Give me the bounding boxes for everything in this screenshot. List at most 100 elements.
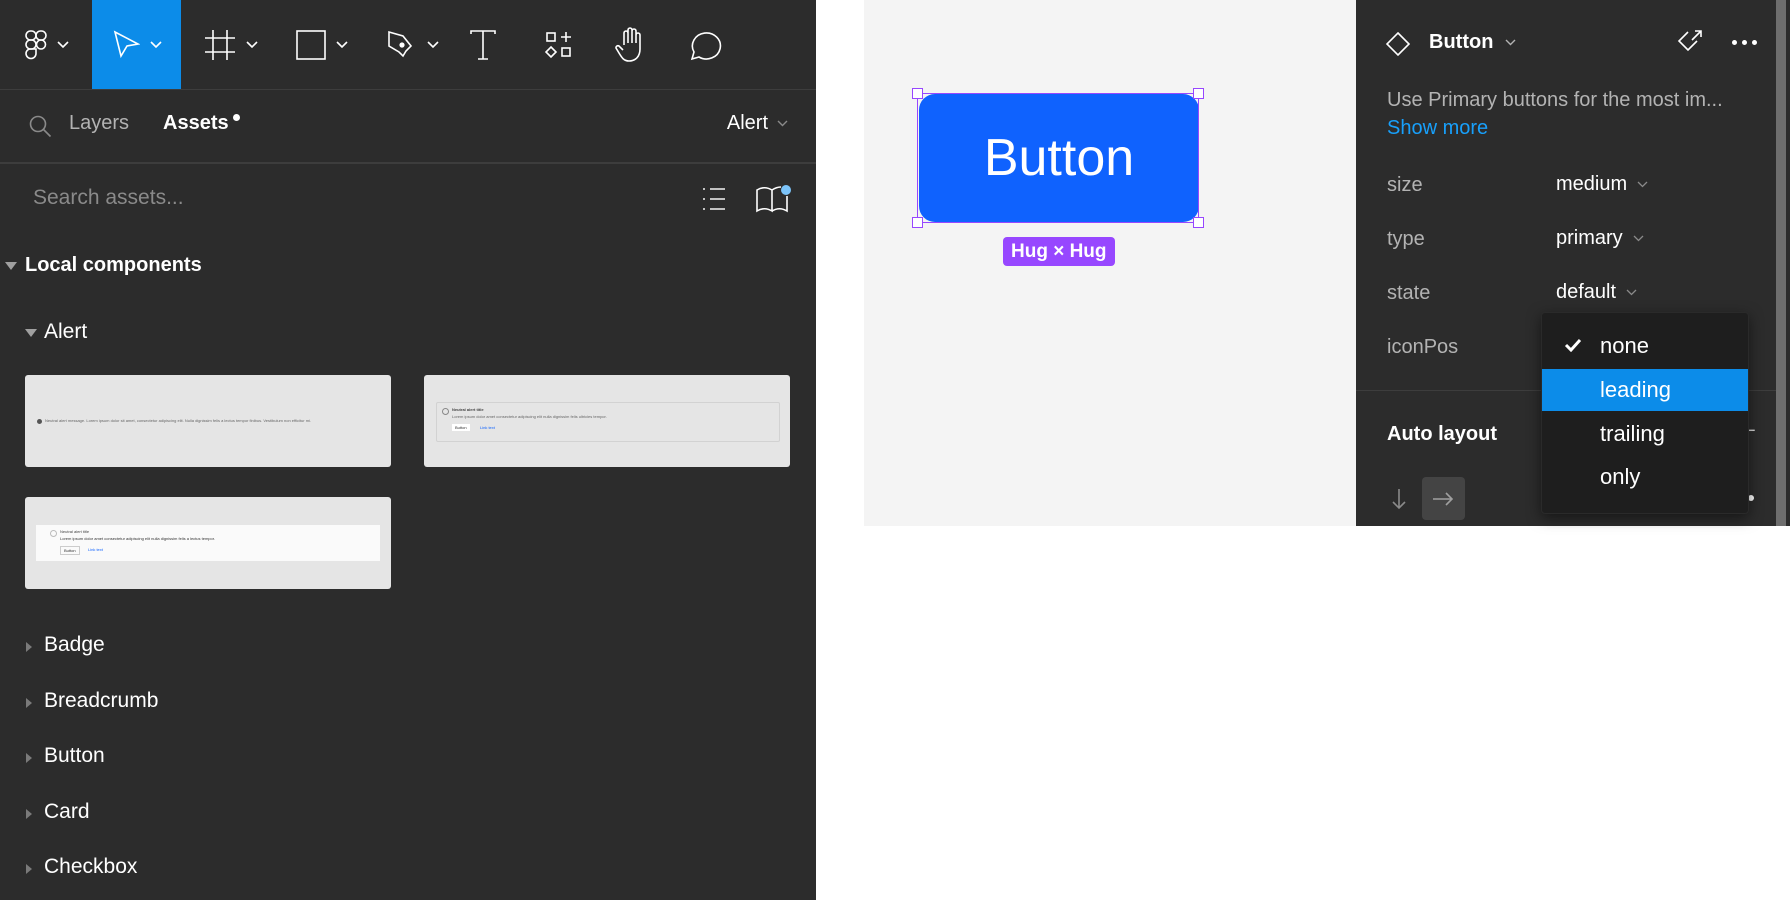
arrow-right-icon xyxy=(1433,492,1454,506)
component-thumbnail[interactable]: Neutral alert title Lorem ipsum dolor am… xyxy=(424,375,790,467)
resize-handle-top-left[interactable] xyxy=(912,88,923,99)
component-name: Button xyxy=(1429,31,1494,53)
resources-tool-button[interactable] xyxy=(536,0,582,89)
property-value: medium xyxy=(1556,173,1628,195)
vertical-direction-icon[interactable] xyxy=(1392,488,1406,510)
group-breadcrumb[interactable]: Breadcrumb xyxy=(0,686,816,720)
toolbar xyxy=(0,0,816,90)
more-options-button[interactable] xyxy=(1732,40,1757,45)
group-button[interactable]: Button xyxy=(0,741,816,775)
selection-frame xyxy=(917,93,1199,223)
team-library-icon[interactable] xyxy=(756,184,792,214)
group-badge[interactable]: Badge xyxy=(0,630,816,664)
resize-handle-top-right[interactable] xyxy=(1193,88,1204,99)
property-label: iconPos xyxy=(1387,336,1459,358)
go-to-main-component-icon[interactable] xyxy=(1676,29,1704,57)
chevron-down-icon xyxy=(246,40,258,48)
expand-icon xyxy=(26,642,32,652)
expand-icon xyxy=(26,809,32,819)
frame-hash-icon xyxy=(205,29,235,60)
expand-icon xyxy=(26,698,32,708)
hand-tool-button[interactable] xyxy=(608,0,654,89)
scrollbar[interactable] xyxy=(1776,0,1786,526)
page-selector[interactable]: Alert xyxy=(727,112,788,135)
property-value: default xyxy=(1556,281,1617,303)
group-collapse-icon[interactable] xyxy=(25,329,37,337)
thumbnail-alert-card: Neutral alert title Lorem ipsum dolor am… xyxy=(436,402,780,442)
property-label: type xyxy=(1387,228,1425,250)
rectangle-icon xyxy=(296,29,326,60)
thumbnail-button: Button xyxy=(452,424,470,431)
search-assets-input[interactable]: Search assets... xyxy=(33,186,184,210)
left-panel: Layers Assets Alert Search assets... Loc… xyxy=(0,0,816,900)
component-name-dropdown[interactable]: Button xyxy=(1429,31,1516,54)
size-badge: Hug × Hug xyxy=(1003,237,1115,266)
thumbnail-button: Button xyxy=(60,546,80,555)
group-card[interactable]: Card xyxy=(0,797,816,831)
pen-tool-button[interactable] xyxy=(378,0,448,89)
group-checkbox[interactable]: Checkbox xyxy=(0,852,816,886)
alert-dot-icon xyxy=(37,419,42,424)
group-label: Card xyxy=(44,800,90,823)
component-description: Use Primary buttons for the most im... xyxy=(1387,89,1723,111)
dropdown-option-leading[interactable]: leading xyxy=(1542,369,1748,411)
chevron-down-icon xyxy=(57,40,69,48)
comment-tool-button[interactable] xyxy=(680,0,730,89)
resize-handle-bottom-left[interactable] xyxy=(912,217,923,228)
property-value: primary xyxy=(1556,227,1623,249)
canvas[interactable]: Button Hug × Hug xyxy=(864,0,1356,526)
text-t-icon xyxy=(470,29,496,60)
group-label: Badge xyxy=(44,633,105,656)
horizontal-direction-button[interactable] xyxy=(1422,477,1465,520)
thumbnail-title: Neutral alert title xyxy=(60,529,90,534)
property-label: size xyxy=(1387,174,1423,196)
checkmark-icon xyxy=(1564,338,1582,352)
show-more-link[interactable]: Show more xyxy=(1387,117,1488,140)
shape-tool-button[interactable] xyxy=(287,0,357,89)
hand-icon xyxy=(615,26,641,62)
thumbnail-alert-card: Neutral alert title Lorem ipsum dolor am… xyxy=(36,525,380,561)
thumbnail-text: Neutral alert message. Lorem ipsum dolor… xyxy=(45,418,312,423)
expand-icon xyxy=(26,753,32,763)
local-components-heading[interactable]: Local components xyxy=(25,254,202,277)
resize-handle-bottom-right[interactable] xyxy=(1193,217,1204,228)
group-label: Checkbox xyxy=(44,855,138,878)
text-tool-button[interactable] xyxy=(460,0,506,89)
dropdown-option-only[interactable]: only xyxy=(1542,456,1748,498)
section-collapse-icon[interactable] xyxy=(5,262,17,270)
thumbnail-text: Lorem ipsum dolor amet consectetur adipi… xyxy=(452,414,607,419)
auto-layout-heading: Auto layout xyxy=(1387,423,1497,445)
component-thumbnail[interactable]: Neutral alert title Lorem ipsum dolor am… xyxy=(25,497,391,589)
page-selector-label: Alert xyxy=(726,112,768,134)
dropdown-option-none[interactable]: none xyxy=(1542,325,1748,367)
tab-assets[interactable]: Assets xyxy=(163,112,229,135)
chevron-down-icon xyxy=(777,120,788,127)
chevron-down-icon xyxy=(1633,235,1644,242)
search-icon[interactable] xyxy=(28,114,52,138)
move-tool-button[interactable] xyxy=(92,0,181,89)
components-grid-icon xyxy=(545,31,571,58)
chevron-down-icon xyxy=(336,40,348,48)
property-size-select[interactable]: medium xyxy=(1556,173,1648,196)
comment-bubble-icon xyxy=(690,31,722,60)
property-label: state xyxy=(1387,282,1431,304)
thumbnail-link: Link text xyxy=(480,425,495,430)
main-menu-button[interactable] xyxy=(12,0,82,89)
asset-search: Search assets... xyxy=(0,164,816,234)
tab-layers[interactable]: Layers xyxy=(69,112,129,135)
info-icon xyxy=(50,530,57,537)
component-thumbnail[interactable]: Neutral alert message. Lorem ipsum dolor… xyxy=(25,375,391,467)
group-alert-heading[interactable]: Alert xyxy=(44,320,87,344)
chevron-down-icon xyxy=(149,40,162,48)
cursor-arrow-icon xyxy=(113,29,140,58)
iconpos-dropdown-menu: none leading trailing only xyxy=(1541,312,1749,514)
frame-tool-button[interactable] xyxy=(196,0,266,89)
dropdown-option-trailing[interactable]: trailing xyxy=(1542,413,1748,455)
property-state-select[interactable]: default xyxy=(1556,281,1637,304)
chevron-down-icon xyxy=(1637,181,1648,188)
thumbnail-link: Link text xyxy=(88,547,103,552)
property-type-select[interactable]: primary xyxy=(1556,227,1644,250)
properties-panel: Button Use Primary buttons for the most … xyxy=(1356,0,1790,526)
group-label: Breadcrumb xyxy=(44,689,159,712)
list-view-icon[interactable] xyxy=(702,186,726,212)
